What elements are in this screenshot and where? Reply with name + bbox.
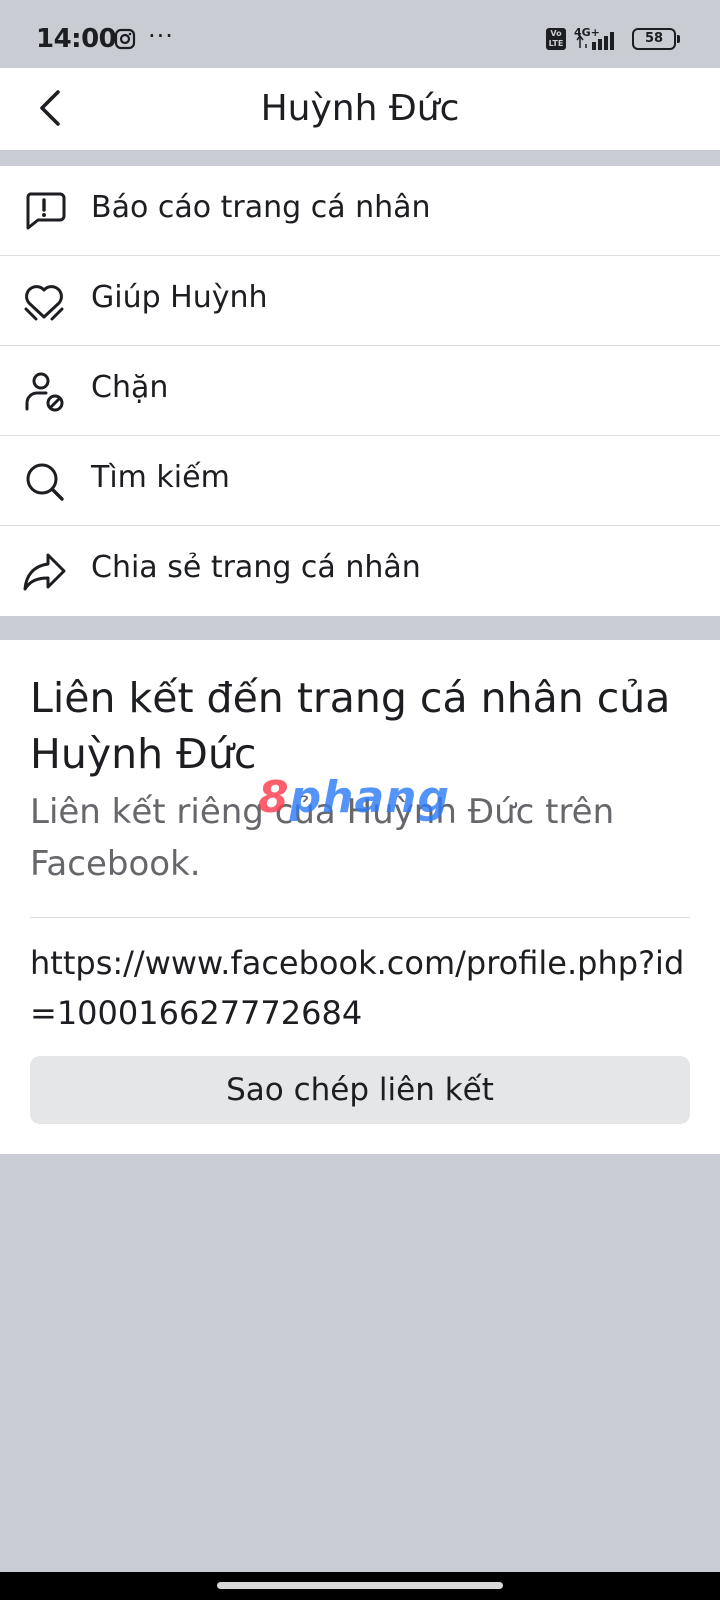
instagram-icon — [114, 28, 136, 50]
menu-item-label: Chia sẻ trang cá nhân — [91, 550, 421, 585]
home-indicator[interactable] — [217, 1582, 503, 1589]
profile-options-menu: Báo cáo trang cá nhân Giúp Huỳnh Chặn Tì… — [0, 166, 720, 616]
menu-item-search[interactable]: Tìm kiếm — [0, 436, 720, 526]
status-bar: 14:00 ··· Vo LTE 4G+ 58 — [0, 0, 720, 68]
top-app-bar: Huỳnh Đức — [0, 68, 720, 150]
page-title: Huỳnh Đức — [260, 88, 460, 129]
profile-url[interactable]: https://www.facebook.com/profile.php?id=… — [30, 938, 690, 1038]
menu-item-label: Báo cáo trang cá nhân — [91, 190, 431, 225]
report-icon — [22, 189, 66, 233]
menu-item-share-profile[interactable]: Chia sẻ trang cá nhân — [0, 526, 720, 616]
menu-item-help-friend[interactable]: Giúp Huỳnh — [0, 256, 720, 346]
menu-item-label: Giúp Huỳnh — [91, 280, 268, 315]
heart-hands-icon — [22, 279, 66, 323]
status-indicators: Vo LTE 4G+ 58 — [546, 26, 680, 52]
more-notifications-icon: ··· — [148, 22, 174, 50]
menu-item-block[interactable]: Chặn — [0, 346, 720, 436]
watermark: 8phang — [258, 772, 450, 823]
watermark-part: 8 — [258, 772, 290, 823]
search-icon — [22, 459, 66, 503]
divider — [30, 917, 690, 918]
status-time: 14:00 — [36, 24, 117, 54]
battery-icon: 58 — [632, 28, 680, 50]
share-icon — [22, 549, 66, 593]
copy-link-button[interactable]: Sao chép liên kết — [30, 1056, 690, 1124]
signal-icon: 4G+ — [574, 26, 624, 52]
system-nav-bar — [0, 1572, 720, 1600]
menu-item-label: Tìm kiếm — [91, 460, 230, 495]
profile-link-title: Liên kết đến trang cá nhân của Huỳnh Đức — [30, 674, 671, 778]
profile-link-card: Liên kết đến trang cá nhân của Huỳnh Đức… — [0, 640, 720, 1154]
volte-icon: Vo LTE — [546, 28, 566, 50]
block-user-icon — [22, 369, 66, 413]
watermark-part: phang — [289, 772, 450, 823]
menu-item-report-profile[interactable]: Báo cáo trang cá nhân — [0, 166, 720, 256]
menu-item-label: Chặn — [91, 370, 169, 405]
